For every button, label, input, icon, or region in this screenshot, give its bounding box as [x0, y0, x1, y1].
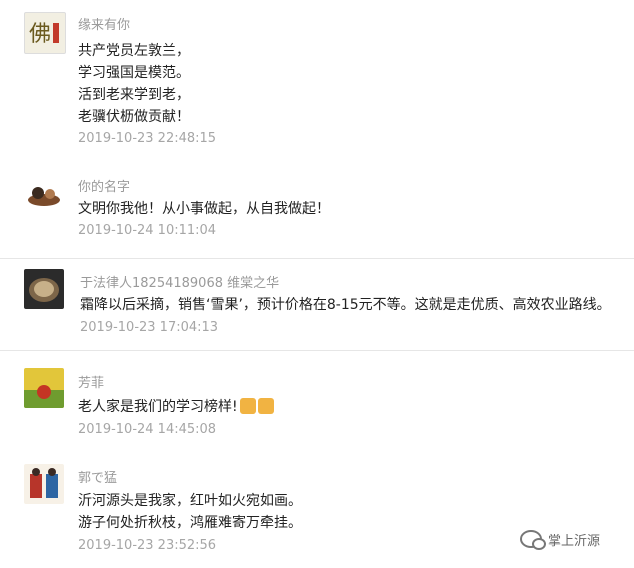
comment-line: 老人家是我们的学习榜样! — [78, 396, 274, 416]
commenter-name: 芳菲 — [78, 376, 105, 391]
watermark-text: 掌上沂源 — [548, 533, 601, 549]
comment-line: 沂河源头是我家，红叶如火宛如画。 — [78, 493, 302, 509]
avatar[interactable] — [24, 269, 64, 309]
comment-line: 文明你我他！从小事做起，从自我做起！ — [78, 201, 330, 217]
avatar[interactable] — [24, 368, 64, 408]
watermark: 掌上沂源 — [520, 528, 600, 550]
comment-line: 霜降以后采摘，销售‘雪果’，预计价格在8-15元不等。这就是走优质、高效农业路线… — [80, 297, 611, 313]
avatar[interactable]: 佛 — [24, 12, 66, 54]
avatar[interactable] — [24, 176, 64, 216]
comment-text: 老人家是我们的学习榜样! — [78, 399, 238, 415]
commenter-name: 你的名字 — [78, 180, 131, 195]
timestamp: 2019-10-23 23:52:56 — [78, 538, 217, 553]
timestamp: 2019-10-23 22:48:15 — [78, 131, 217, 146]
avatar[interactable] — [24, 464, 64, 504]
svg-text:佛: 佛 — [29, 22, 51, 47]
timestamp: 2019-10-24 10:11:04 — [78, 223, 217, 238]
timestamp: 2019-10-23 17:04:13 — [80, 320, 219, 335]
timestamp: 2019-10-24 14:45:08 — [78, 422, 217, 437]
wechat-icon — [520, 530, 546, 550]
thumbs-up-icon — [257, 398, 274, 414]
comment-line: 老骥伏枥做贡献！ — [78, 109, 190, 125]
comment-line: 学习强国是模范。 — [78, 65, 190, 81]
comment-line: 活到老来学到老， — [78, 87, 190, 103]
divider — [0, 350, 634, 351]
commenter-name: 郭で猛 — [78, 471, 118, 486]
thumbs-up-icon — [239, 398, 256, 414]
commenter-name: 缘来有你 — [78, 18, 131, 33]
comment-line: 游子何处折秋枝，鸿雁难寄万牵挂。 — [78, 515, 302, 531]
divider — [0, 258, 634, 259]
commenter-name: 于法律人18254189068 维棠之华 — [80, 276, 280, 291]
comment-line: 共产党员左敦兰， — [78, 43, 190, 59]
